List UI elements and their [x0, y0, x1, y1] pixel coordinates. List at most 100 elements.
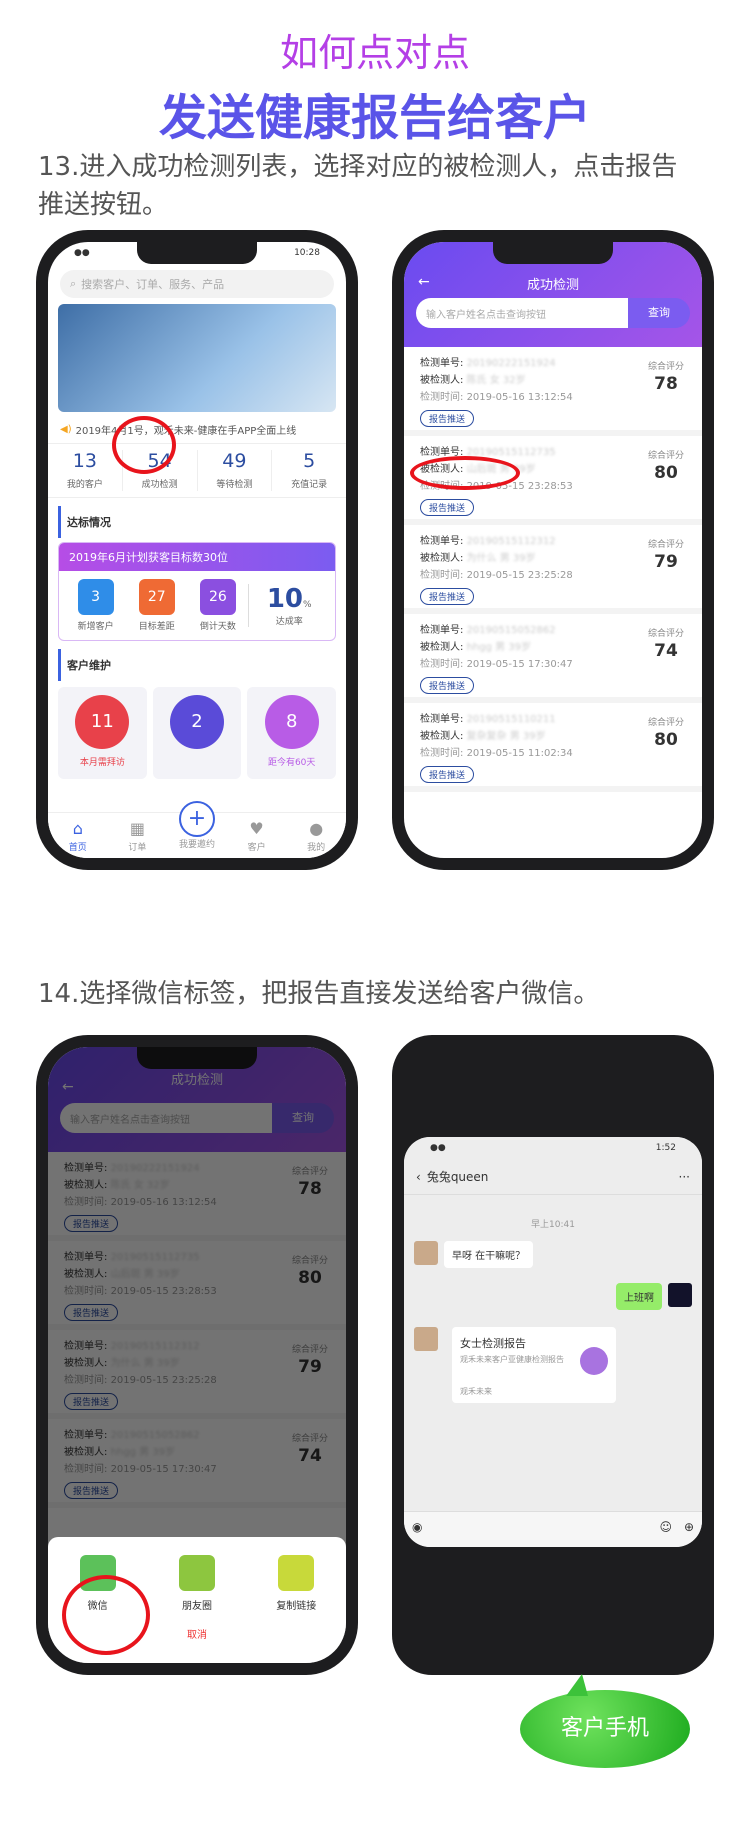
record-field: 20190222151924 — [466, 358, 556, 369]
report-card[interactable]: 女士检测报告 观禾未来客户亚健康检测报告 观禾未来 — [452, 1327, 616, 1403]
card-source: 观禾未来 — [460, 1387, 492, 1396]
stats-row: 13 我的客户 54 成功检测 49 等待检测 5 充值记录 — [48, 443, 346, 498]
add-icon[interactable]: ⊕ — [684, 1520, 694, 1534]
record-list: 检测单号: 20190222151924被检测人: 陈氏 女 32岁检测时间: … — [404, 347, 702, 792]
notice-bar[interactable]: ◀) 2019年4月1号，观禾未来-健康在手APP全面上线 — [48, 416, 346, 443]
home-banner[interactable] — [58, 304, 336, 412]
tab-invite[interactable]: + 我要邀约 — [167, 801, 227, 858]
record-field: 2019-05-15 11:02:34 — [466, 748, 573, 759]
more-icon[interactable]: ··· — [679, 1170, 690, 1184]
record-field: 为什么 男 39岁 — [466, 553, 536, 564]
care-section-title: 客户维护 — [58, 649, 336, 681]
phone-list: 成功检测 ← 输入客户姓名点击查询按钮 查询 检测单号: 20190222151… — [392, 230, 714, 870]
tab-bar: ⌂ 首页 ▦ 订单 + 我要邀约 ♥ 客户 ● 我的 — [48, 801, 346, 858]
goal-title: 2019年6月计划获客目标数30位 — [59, 543, 335, 571]
record-field: 被检测人: — [420, 553, 464, 564]
notch — [493, 242, 613, 264]
record-item: 检测单号: 20190515112312被检测人: 为什么 男 39岁检测时间:… — [404, 525, 702, 614]
record-field: 陈氏 女 32岁 — [466, 375, 526, 386]
person-icon: ● — [309, 819, 324, 838]
highlight-ring-stat — [112, 416, 176, 474]
step13-line1: 13.进入成功检测列表，选择对应的被检测人，点击报告 — [38, 152, 678, 182]
report-push-button[interactable]: 报告推送 — [420, 410, 475, 427]
back-arrow-icon[interactable]: ← — [418, 274, 430, 290]
avatar[interactable] — [414, 1241, 438, 1265]
record-item: 检测单号: 20190515110211 被检测人: 复杂复杂 男 39岁 检测时间… — [404, 703, 702, 792]
avatar[interactable] — [668, 1283, 692, 1307]
goal-new: 3 新增客户 — [65, 579, 126, 632]
list-search-input[interactable]: 输入客户姓名点击查询按钮 — [416, 298, 628, 328]
record-field: 综合评分 — [647, 718, 684, 728]
care-60days[interactable]: 8 距今有60天 — [247, 687, 337, 779]
record-field: 79 — [654, 552, 678, 572]
emoji-icon[interactable]: ☺ — [659, 1520, 672, 1534]
report-push-button[interactable]: 报告推送 — [420, 588, 475, 605]
home-icon: ⌂ — [72, 819, 83, 838]
stat-my-customers[interactable]: 13 我的客户 — [48, 450, 123, 491]
record-field: 2019-05-15 23:25:28 — [466, 570, 573, 581]
record-field: 2019-05-16 13:12:54 — [466, 392, 573, 403]
goal-gap: 27 目标差距 — [126, 579, 187, 632]
back-icon[interactable]: ‹ — [416, 1170, 421, 1184]
highlight-ring-push — [410, 456, 520, 490]
score: 综合评分 78 — [648, 359, 684, 394]
record-field: 20190515110211 — [466, 714, 556, 725]
record-field: 综合评分 — [647, 629, 684, 639]
status-bar: ●● 1:52 — [404, 1137, 702, 1159]
score: 综合评分 79 — [648, 537, 684, 572]
record-field: 78 — [654, 374, 678, 394]
care-item2[interactable]: 2 — [152, 687, 242, 779]
title-line1: 如何点对点 — [279, 31, 470, 75]
score: 综合评分 74 — [648, 626, 684, 661]
record-field: 80 — [654, 730, 678, 750]
msg-outgoing: 上班啊 — [616, 1283, 662, 1310]
phone-chat: ●● 1:52 ‹ 兔兔queen ··· 早上10:41 早呀 在干嘛呢？ 上班啊 … — [392, 1035, 714, 1675]
score: 综合评分 80 — [648, 715, 684, 750]
title-line2: 发送健康报告给客户 — [158, 90, 591, 146]
heart-icon: ♥ — [249, 819, 264, 838]
record-item: 检测单号: 20190222151924被检测人: 陈氏 女 32岁检测时间: … — [404, 347, 702, 436]
tab-mine[interactable]: ● 我的 — [286, 813, 346, 858]
stat-recharge[interactable]: 5 充值记录 — [272, 450, 346, 491]
care-visit[interactable]: 11 本月需拜访 — [58, 687, 147, 779]
query-button[interactable]: 查询 — [628, 298, 690, 328]
link-icon — [278, 1555, 315, 1591]
chat-header: ‹ 兔兔queen ··· — [404, 1159, 702, 1195]
record-field: 检测单号: — [420, 625, 464, 636]
record-field: 被检测人: — [420, 375, 464, 386]
score: 综合评分 80 — [648, 448, 684, 483]
step13-text: 13.进入成功检测列表，选择对应的被检测人，点击报告 推送按钮。 — [38, 148, 677, 224]
record-field: 检测时间: — [420, 748, 464, 759]
share-moments[interactable]: 朋友圈 — [147, 1555, 246, 1612]
record-field: 综合评分 — [647, 362, 684, 372]
moments-icon — [178, 1555, 215, 1591]
notch — [137, 242, 257, 264]
share-copy-link[interactable]: 复制链接 — [247, 1555, 346, 1612]
customer-phone-callout: 客户手机 — [520, 1674, 690, 1768]
msg-incoming: 早呀 在干嘛呢？ — [444, 1241, 534, 1268]
grid-icon: ▦ — [129, 819, 145, 838]
record-field: 20190515112312 — [466, 536, 556, 547]
record-field: 检测时间: — [420, 392, 464, 403]
voice-icon[interactable]: ◉ — [412, 1520, 422, 1534]
report-push-button[interactable]: 报告推送 — [420, 677, 475, 694]
record-field: 检测时间: — [420, 659, 464, 670]
page: 如何点对点 发送健康报告给客户 13.进入成功检测列表，选择对应的被检测人，点击… — [0, 0, 750, 1825]
report-push-button[interactable]: 报告推送 — [420, 766, 475, 783]
step13-line2: 推送按钮。 — [38, 190, 169, 220]
goal-section-title: 达标情况 — [58, 506, 336, 538]
tab-orders[interactable]: ▦ 订单 — [108, 813, 168, 858]
home-search-input[interactable]: ⌕ 搜索客户、订单、服务、产品 — [60, 270, 334, 298]
record-field: 74 — [654, 641, 678, 661]
record-field: 复杂复杂 男 39岁 — [466, 731, 546, 742]
avatar[interactable] — [414, 1327, 438, 1351]
stat-waiting[interactable]: 49 等待检测 — [198, 450, 273, 491]
chat-input-bar[interactable]: ◉ ☺ ⊕ — [404, 1511, 702, 1547]
tab-home[interactable]: ⌂ 首页 — [48, 813, 108, 858]
tab-customers[interactable]: ♥ 客户 — [227, 813, 287, 858]
highlight-ring-wechat — [62, 1575, 150, 1655]
record-field: 检测单号: — [420, 714, 464, 725]
report-push-button[interactable]: 报告推送 — [420, 499, 475, 516]
plus-icon: + — [178, 801, 215, 837]
record-field: 检测时间: — [420, 570, 464, 581]
